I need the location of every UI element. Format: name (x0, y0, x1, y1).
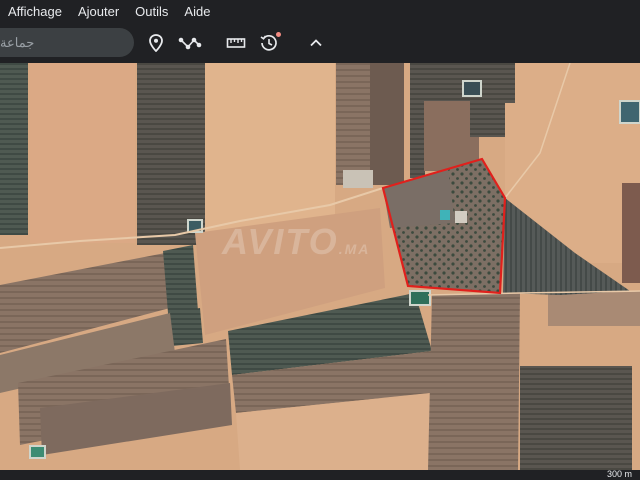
path-button[interactable] (177, 30, 203, 56)
collapse-button[interactable] (303, 30, 329, 56)
menu-outils[interactable]: Outils (127, 0, 176, 24)
historical-imagery-button[interactable] (256, 30, 282, 56)
watermark: AVITO.MA (222, 221, 371, 262)
menu-affichage[interactable]: Affichage (0, 0, 70, 24)
satellite-imagery (0, 63, 640, 470)
status-bar: 300 m (0, 469, 640, 480)
toolbar (0, 24, 640, 63)
search-box (0, 28, 134, 57)
ruler-button[interactable] (223, 30, 249, 56)
collapse-icon (310, 39, 322, 47)
search-input[interactable] (0, 28, 124, 57)
notification-dot (276, 32, 281, 37)
ruler-icon (226, 38, 246, 48)
scale-label: 300 m (606, 469, 632, 479)
menu-aide[interactable]: Aide (176, 0, 218, 24)
path-icon (178, 37, 202, 50)
satellite-map[interactable]: AVITO.MA (0, 63, 640, 470)
placemark-button[interactable] (143, 30, 169, 56)
menu-bar: Affichage Ajouter Outils Aide (0, 0, 640, 24)
menu-ajouter[interactable]: Ajouter (70, 0, 127, 24)
placemark-icon (149, 34, 163, 52)
